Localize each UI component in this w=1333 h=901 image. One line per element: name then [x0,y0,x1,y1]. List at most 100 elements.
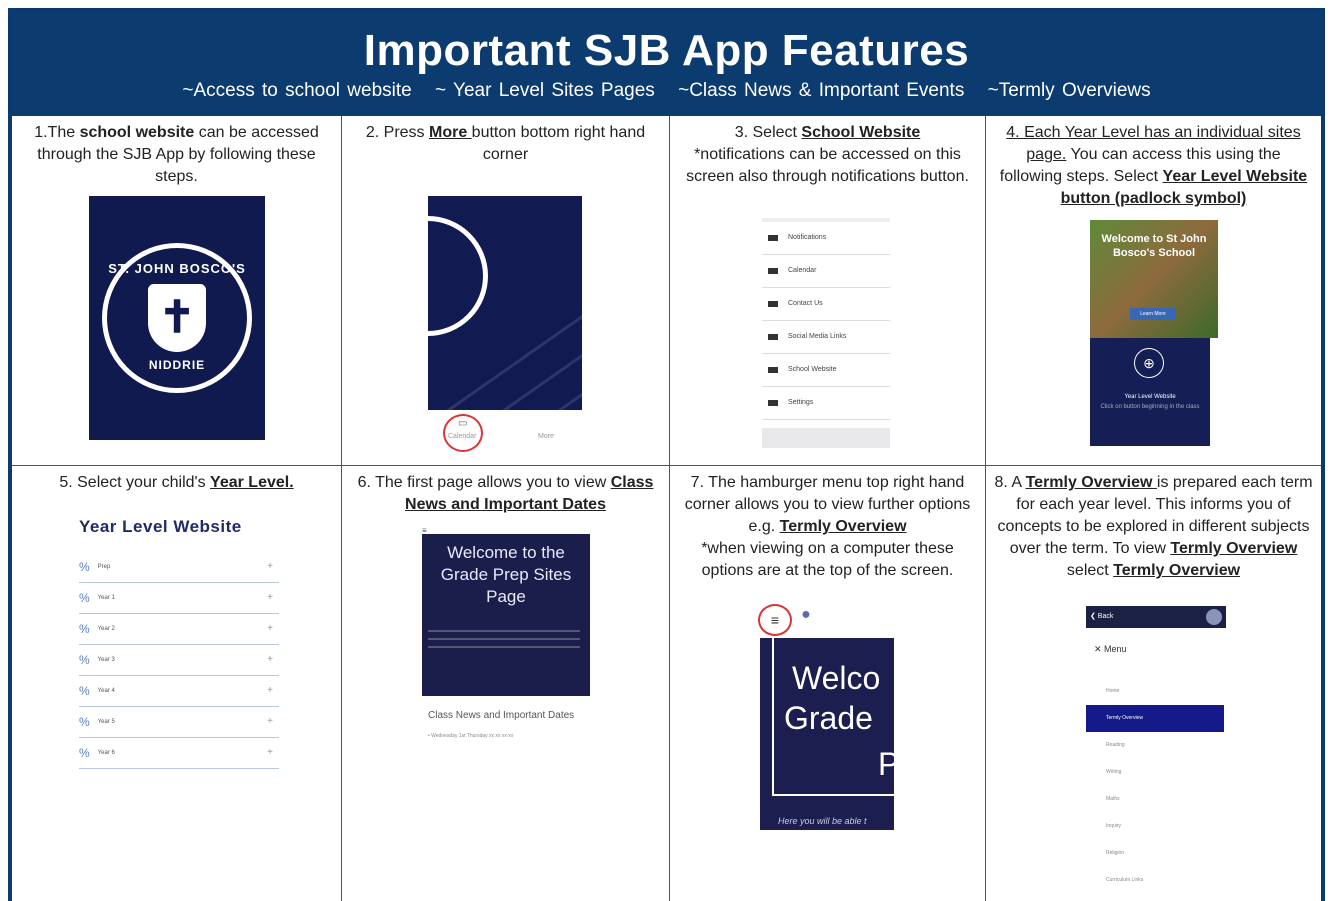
list-item[interactable]: % Year 1 + [79,583,279,614]
panel-text: Click on button beginning in the class [1100,404,1200,410]
text-line [428,630,580,632]
logo-arc [428,216,488,336]
link-icon: % [79,591,90,605]
pin-glyph: ● [801,606,811,623]
step-7: 7. The hamburger menu top right hand cor… [670,466,986,901]
step-text: 8. A [994,474,1026,491]
tab-more[interactable]: More [538,426,554,448]
menu-item[interactable]: Calendar [762,255,890,288]
notifications-icon [768,235,778,241]
menu-item[interactable]: Contact Us [762,288,890,321]
menu-item-label: School Website [788,366,837,373]
highlight-circle [443,414,483,452]
hero-text: Grade [784,700,873,736]
shield-icon: ✝ [148,284,206,352]
site-top-bar: ≡ [422,520,590,535]
menu-item-label: Social Media Links [788,333,847,340]
step-emphasis: school website [79,124,195,141]
step-text: 2. Press [365,124,429,141]
logo-ring: ST. JOHN BOSCO'S ✝ NIDDRIE [102,243,252,393]
step-emphasis: School Website [801,124,921,141]
step-text: 6. The first page allows you to view [357,474,611,491]
step-3: 3. Select School Website *notifications … [670,116,986,466]
menu-item[interactable]: Social Media Links [762,321,890,354]
step-text: 3. Select [734,124,802,141]
step-4: 4. Each Year Level has an individual sit… [986,116,1321,466]
page-title: Important SJB App Features [363,26,970,75]
hero-text: Welco [792,660,881,696]
menu-item[interactable]: Maths [1086,786,1226,813]
plus-icon: + [267,561,273,572]
menu-item[interactable]: Notifications [762,222,890,255]
menu-item[interactable]: School Website [762,354,890,387]
menu-item[interactable]: Religion [1086,840,1226,867]
padlock-icon[interactable]: ⊕ [1134,348,1164,378]
step-text: *notifications can be accessed on this s… [686,146,969,185]
menu-item-label: Contact Us [788,300,823,307]
hero-title: Welcome to the Grade Prep Sites Page [440,543,572,606]
frame-line [772,794,894,796]
menu-close[interactable]: ✕ Menu [1086,638,1226,660]
website-icon [768,367,778,373]
menu-item-label: Calendar [788,267,817,274]
grade-site-hero: Welco Grade P Here you will be able t [760,638,894,830]
link-icon: % [79,622,90,636]
plus-icon: + [267,716,273,727]
menu-item[interactable]: Home [1086,678,1226,705]
subtitle: ~Access to school website ~ Year Level S… [12,80,1321,102]
plus-icon: + [267,623,273,634]
back-button[interactable]: ❮ Back [1090,613,1113,620]
list-item-label: Year 6 [97,750,115,756]
logo-text-bottom: NIDDRIE [148,358,206,372]
list-item[interactable]: % Year 4 + [79,676,279,707]
step-emphasis: More [429,124,472,141]
step-5: 5. Select your child's Year Level. Year … [12,466,342,901]
hamburger-icon[interactable]: ≡ [758,604,792,636]
step-text: *when viewing on a computer these option… [701,540,954,579]
list-item[interactable]: % Year 5 + [79,707,279,738]
phone-icon [768,301,778,307]
menu-item[interactable]: Writing [1086,759,1226,786]
step-emphasis: Year Level. [210,474,294,491]
menu-item[interactable]: Reading [1086,732,1226,759]
learn-more-button[interactable]: Learn More [1130,308,1176,320]
school-logo: ST. JOHN BOSCO'S ✝ NIDDRIE [89,196,265,440]
hero-caption: Here you will be able t [778,816,867,826]
subtitle-item: ~ Year Level Sites Pages [435,80,655,101]
menu-item-label: Notifications [788,234,827,241]
school-site-photo: Welcome to St John Bosco's School Learn … [1090,220,1218,338]
list-item[interactable]: % Prep + [79,552,279,583]
menu-item[interactable]: Curriculum Links [1086,867,1226,894]
menu-item-active[interactable]: Termly Overview [1086,705,1224,732]
link-icon: % [79,653,90,667]
step-emphasis: Termly Overview [1113,562,1241,579]
hero-text: P [878,746,894,782]
subtitle-item: ~Class News & Important Events [678,80,965,101]
menu-item[interactable]: Inquiry [1086,813,1226,840]
welcome-hero: Welcome to the Grade Prep Sites Page [422,534,590,696]
class-news-section: Class News and Important Dates • Wednesd… [428,708,588,744]
photo-caption: Welcome to St John Bosco's School [1101,233,1207,259]
step-text: 1.The [34,124,80,141]
list-item-label: Prep [97,564,111,570]
app-more-menu-screenshot: Notifications Calendar Contact Us Social… [762,218,890,448]
list-item-label: Year 5 [97,719,115,725]
list-item[interactable]: % Year 3 + [79,645,279,676]
year-level-list-screenshot: Year Level Website % Prep + % Year 1 + % Year… [79,516,279,786]
news-bullet: • Wednesday 1st Thursday xx xx xx xx [428,733,514,739]
news-title: Class News and Important Dates [428,710,575,721]
link-icon: % [79,715,90,729]
app-header: ❮ Back [1086,606,1226,628]
plus-icon: + [267,592,273,603]
plus-icon: + [267,747,273,758]
step-text: button bottom right hand corner [471,124,646,163]
subtitle-item: ~Access to school website [182,80,412,101]
text-line [428,638,580,640]
list-item[interactable]: % Year 6 + [79,738,279,769]
menu-item[interactable]: Settings [762,387,890,420]
menu-bottom-bar [762,428,890,448]
cross-icon: ✝ [158,293,196,342]
list-item-label: Year 2 [97,626,115,632]
frame-line [772,638,774,796]
list-item[interactable]: % Year 2 + [79,614,279,645]
